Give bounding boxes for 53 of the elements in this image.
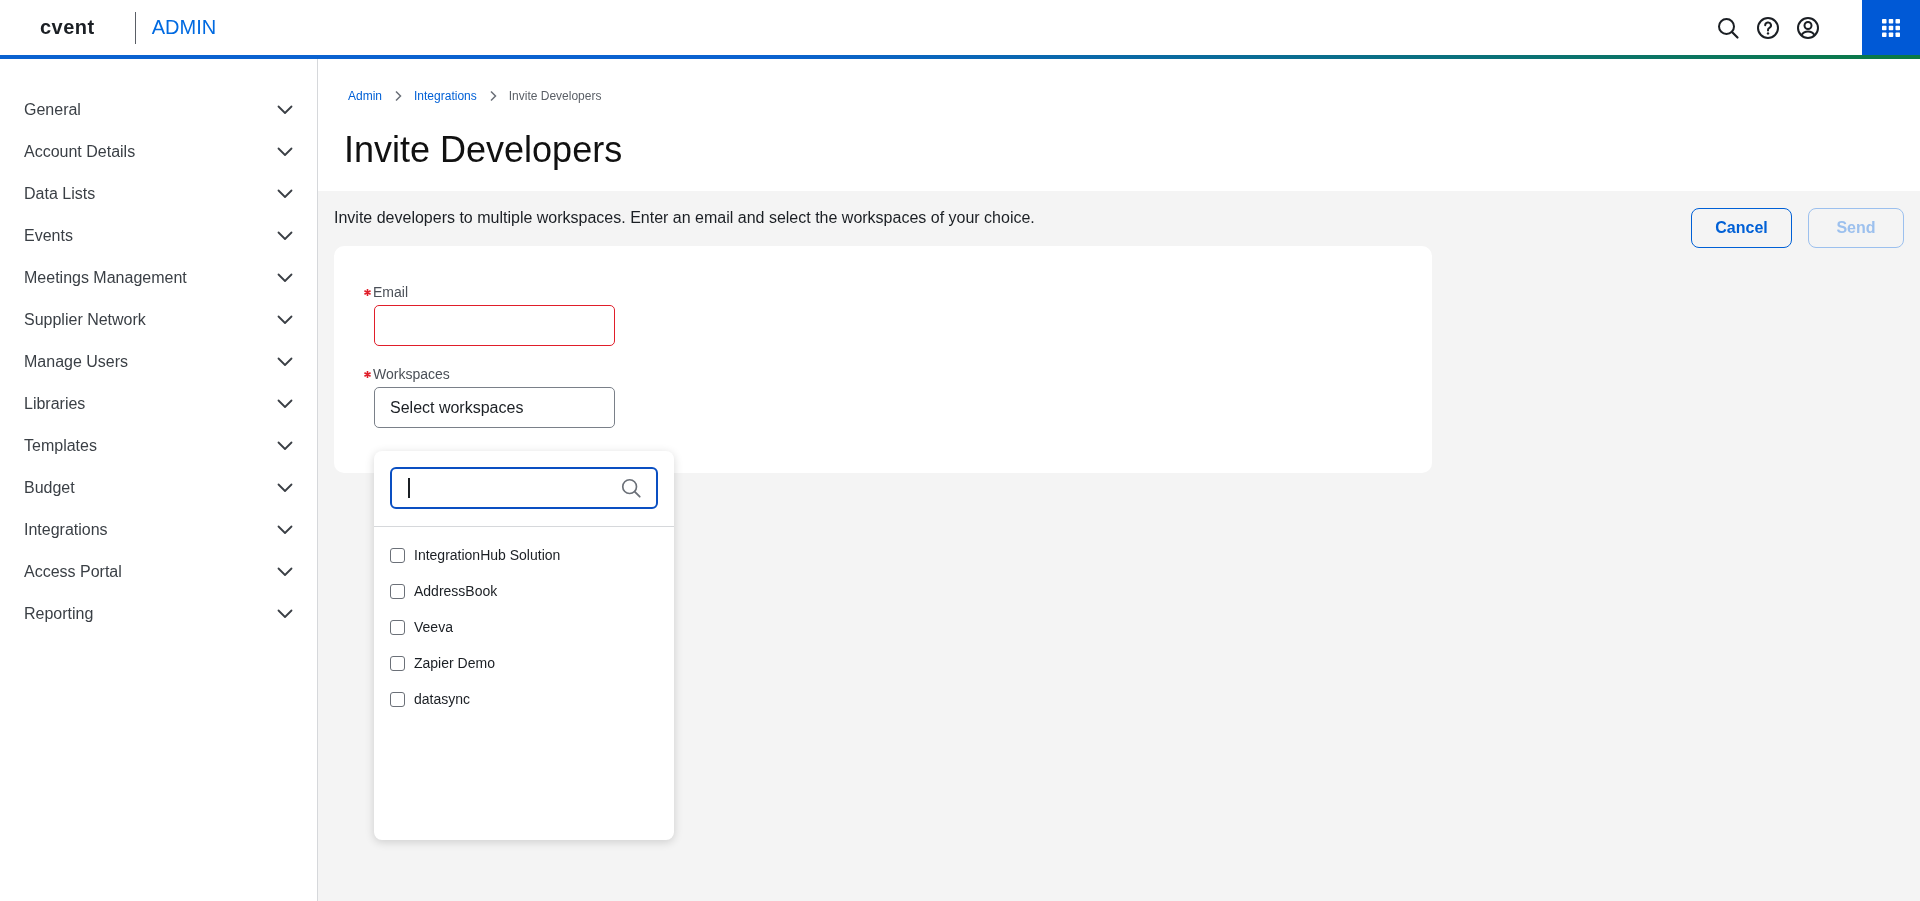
- sidebar-item[interactable]: Access Portal: [0, 551, 317, 593]
- search-icon: [620, 477, 642, 499]
- action-button[interactable]: Cancel: [1691, 208, 1792, 248]
- chevron-icon: [277, 399, 293, 409]
- description: Invite developers to multiple workspaces. Enter an email and select the workspaces of your choice.: [334, 209, 1035, 227]
- apps-button[interactable]: [1862, 0, 1920, 55]
- chevron-icon: [277, 147, 293, 157]
- chevron-icon: [277, 525, 293, 535]
- sidebar-item[interactable]: Events: [0, 215, 317, 257]
- chevron-icon: [277, 567, 293, 577]
- sidebar-item[interactable]: Meetings Management: [0, 257, 317, 299]
- sidebar-item[interactable]: Account Details: [0, 131, 317, 173]
- chevron-icon: [277, 315, 293, 325]
- workspace-option[interactable]: AddressBook: [390, 573, 658, 609]
- breadcrumb-link[interactable]: Admin: [348, 89, 382, 103]
- chevron-icon: [277, 357, 293, 367]
- field-label: Workspaces: [373, 366, 450, 382]
- breadcrumb-link[interactable]: Integrations: [414, 89, 477, 103]
- workspace-option[interactable]: datasync: [390, 681, 658, 717]
- sidebar-item[interactable]: Integrations: [0, 509, 317, 551]
- chevron-icon: [277, 231, 293, 241]
- grid-icon: [1881, 17, 1901, 38]
- chevron-icon: [277, 483, 293, 493]
- logo[interactable]: cvent: [40, 16, 95, 39]
- section-title: ADMIN: [151, 16, 217, 39]
- chevron-icon: [277, 189, 293, 199]
- chevron-right-icon: [488, 90, 497, 102]
- sidebar-item[interactable]: Templates: [0, 425, 317, 467]
- workspaces-select[interactable]: Select workspaces: [374, 387, 615, 428]
- workspace-option[interactable]: Veeva: [390, 609, 658, 645]
- sidebar-item[interactable]: Libraries: [0, 383, 317, 425]
- sidebar-item[interactable]: Manage Users: [0, 341, 317, 383]
- search-icon[interactable]: [1716, 15, 1740, 40]
- chevron-icon: [277, 609, 293, 619]
- sidebar-item[interactable]: General: [0, 89, 317, 131]
- sidebar-item[interactable]: Supplier Network: [0, 299, 317, 341]
- workspace-option[interactable]: IntegrationHub Solution: [390, 537, 658, 573]
- chevron-icon: [277, 273, 293, 283]
- email-input[interactable]: [374, 305, 615, 346]
- sidebar-item[interactable]: Reporting: [0, 593, 317, 635]
- breadcrumb-current: Invite Developers: [508, 89, 602, 103]
- chevron-right-icon: [394, 90, 402, 102]
- field-label: Email: [373, 284, 408, 300]
- sidebar-item[interactable]: Data Lists: [0, 173, 317, 215]
- page-title: Invite Developers: [344, 129, 624, 171]
- workspace-option[interactable]: Zapier Demo: [390, 645, 658, 681]
- text-cursor: [408, 478, 410, 498]
- chevron-icon: [277, 441, 293, 451]
- user-icon[interactable]: [1796, 15, 1820, 40]
- search-field[interactable]: [390, 467, 658, 509]
- sidebar-item[interactable]: Budget: [0, 467, 317, 509]
- help-icon[interactable]: [1756, 15, 1780, 40]
- chevron-icon: [277, 105, 293, 115]
